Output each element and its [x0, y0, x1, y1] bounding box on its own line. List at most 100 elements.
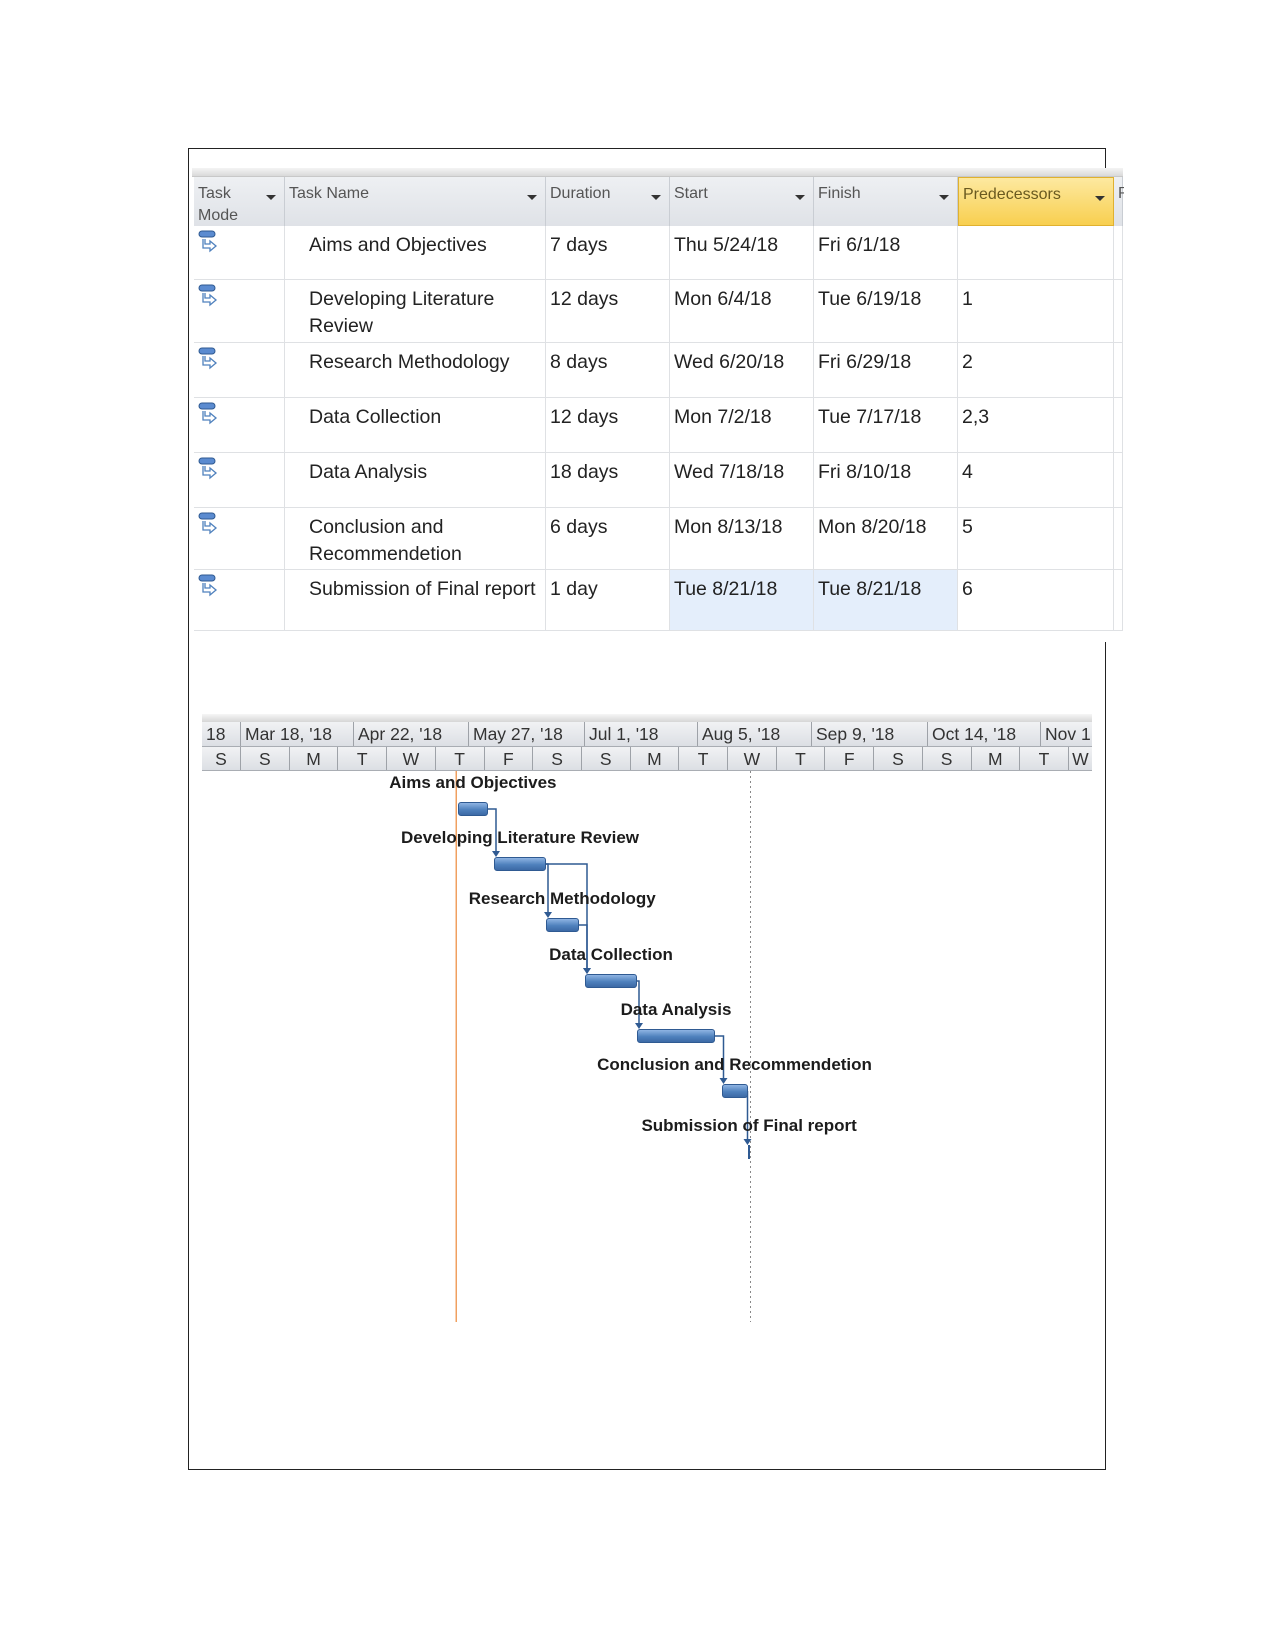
filter-dropdown-icon[interactable]	[939, 195, 949, 200]
timescale-major-label: Oct 14, '18	[927, 722, 1040, 746]
task-mode-cell[interactable]	[194, 570, 285, 631]
column-header-duration[interactable]: Duration	[546, 177, 670, 226]
task-mode-cell[interactable]	[194, 343, 285, 398]
filter-dropdown-icon[interactable]	[795, 195, 805, 200]
cell-start[interactable]: Thu 5/24/18	[670, 226, 814, 280]
cell-empty[interactable]	[1114, 508, 1123, 570]
cell-empty[interactable]	[1114, 453, 1123, 508]
cell-start[interactable]: Mon 6/4/18	[670, 280, 814, 343]
duration-text: 7 days	[550, 234, 608, 256]
task-mode-cell[interactable]	[194, 508, 285, 570]
name-text: Developing Literature Review	[309, 288, 495, 337]
timescale-major-label: May 27, '18	[468, 722, 584, 746]
column-header-finish[interactable]: Finish	[814, 177, 958, 226]
start-text: Mon 6/4/18	[674, 288, 772, 310]
cell-finish[interactable]: Mon 8/20/18	[814, 508, 958, 570]
name-text: Aims and Objectives	[309, 234, 487, 256]
gantt-bar-label: Developing Literature Review	[400, 828, 640, 847]
duration-text: 6 days	[550, 516, 608, 538]
cell-duration[interactable]: 12 days	[546, 280, 670, 343]
timescale-major-label: Mar 18, '18	[240, 722, 353, 746]
cell-name[interactable]: Developing Literature Review	[285, 280, 546, 343]
filter-dropdown-icon[interactable]	[651, 195, 661, 200]
cell-predecessors[interactable]: 4	[958, 453, 1114, 508]
name-text: Data Analysis	[309, 461, 428, 483]
filter-dropdown-icon[interactable]	[1095, 196, 1105, 201]
cell-finish[interactable]: Fri 6/29/18	[814, 343, 958, 398]
gantt-bar-label: Data Collection	[549, 945, 673, 964]
column-header-name[interactable]: Task Name	[285, 177, 546, 226]
gantt-bar[interactable]	[585, 974, 637, 988]
timescale-major-label: 18	[206, 724, 226, 744]
filter-dropdown-icon[interactable]	[527, 195, 537, 200]
cell-duration[interactable]: 7 days	[546, 226, 670, 280]
cell-name[interactable]: Data Analysis	[285, 453, 546, 508]
cell-name[interactable]: Submission of Final report	[285, 570, 546, 631]
cell-start[interactable]: Wed 7/18/18	[670, 453, 814, 508]
cell-empty[interactable]	[1114, 280, 1123, 343]
predecessors-text: 2	[962, 351, 973, 373]
cell-name[interactable]: Data Collection	[285, 398, 546, 453]
cell-finish[interactable]: Tue 7/17/18	[814, 398, 958, 453]
cell-empty[interactable]	[1114, 343, 1123, 398]
cell-duration[interactable]: 18 days	[546, 453, 670, 508]
cell-duration[interactable]: 6 days	[546, 508, 670, 570]
predecessors-text: 6	[962, 578, 973, 600]
gantt-bar[interactable]	[721, 1084, 748, 1098]
timescale-minor-label: T	[1019, 747, 1068, 770]
gantt-milestone[interactable]	[747, 1145, 750, 1159]
timescale-minor-label: S	[580, 747, 630, 770]
cell-start[interactable]: Tue 8/21/18	[670, 570, 814, 631]
cell-name[interactable]: Aims and Objectives	[285, 226, 546, 280]
cell-finish[interactable]: Tue 8/21/18	[814, 570, 958, 631]
cell-empty[interactable]	[1114, 226, 1123, 280]
start-text: Wed 6/20/18	[674, 351, 785, 373]
cell-predecessors[interactable]: 2,3	[958, 398, 1114, 453]
cell-predecessors[interactable]: 5	[958, 508, 1114, 570]
column-header-mode[interactable]: Task Mode	[194, 177, 285, 226]
column-header-label: Start	[674, 185, 708, 202]
task-mode-cell[interactable]	[194, 398, 285, 453]
cell-start[interactable]: Mon 8/13/18	[670, 508, 814, 570]
task-mode-cell[interactable]	[194, 453, 285, 508]
finish-text: Mon 8/20/18	[818, 516, 927, 538]
cell-empty[interactable]	[1114, 398, 1123, 453]
cell-predecessors[interactable]	[958, 226, 1114, 280]
task-mode-cell[interactable]	[194, 280, 285, 343]
gantt-bar-label: Data Analysis	[620, 1000, 732, 1019]
cell-predecessors[interactable]: 1	[958, 280, 1114, 343]
cell-start[interactable]: Wed 6/20/18	[670, 343, 814, 398]
table-top-strip	[192, 168, 1123, 177]
gantt-bar[interactable]	[458, 802, 488, 816]
gantt-bar[interactable]	[494, 857, 546, 871]
cell-empty[interactable]	[1114, 570, 1123, 631]
name-text: Data Collection	[309, 406, 442, 428]
auto-scheduled-task-icon	[198, 230, 222, 262]
cell-finish[interactable]: Fri 6/1/18	[814, 226, 958, 280]
auto-scheduled-task-icon	[198, 457, 222, 489]
column-header-start[interactable]: Start	[670, 177, 814, 226]
cell-name[interactable]: Research Methodology	[285, 343, 546, 398]
gantt-bar[interactable]	[637, 1029, 715, 1043]
column-header-r[interactable]: R	[1114, 177, 1124, 226]
gantt-bar[interactable]	[546, 918, 579, 932]
cell-duration[interactable]: 8 days	[546, 343, 670, 398]
gantt-bar-label: Conclusion and Recommendetion	[597, 1055, 872, 1074]
auto-scheduled-task-icon	[198, 284, 222, 316]
cell-predecessors[interactable]: 6	[958, 570, 1114, 631]
timescale-minor-label: T	[775, 747, 825, 770]
finish-text: Tue 8/21/18	[818, 578, 922, 600]
cell-start[interactable]: Mon 7/2/18	[670, 398, 814, 453]
column-header-label: Task Mode	[198, 185, 239, 224]
timescale-minor-label: W	[1067, 747, 1092, 770]
cell-name[interactable]: Conclusion and Recommendetion	[285, 508, 546, 570]
timescale-major-label: Nov 1	[1040, 722, 1092, 746]
cell-duration[interactable]: 1 day	[546, 570, 670, 631]
task-mode-cell[interactable]	[194, 226, 285, 280]
cell-finish[interactable]: Tue 6/19/18	[814, 280, 958, 343]
cell-finish[interactable]: Fri 8/10/18	[814, 453, 958, 508]
column-header-predecessors[interactable]: Predecessors	[958, 177, 1114, 226]
cell-duration[interactable]: 12 days	[546, 398, 670, 453]
cell-predecessors[interactable]: 2	[958, 343, 1114, 398]
filter-dropdown-icon[interactable]	[266, 195, 276, 200]
